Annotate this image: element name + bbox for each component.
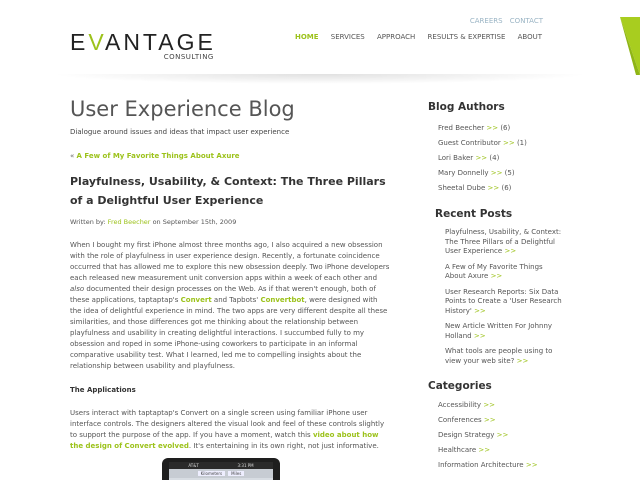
main-nav: HOME SERVICES APPROACH RESULTS & EXPERTI… xyxy=(285,33,542,41)
category-link[interactable]: Healthcare >> xyxy=(438,443,578,458)
iphone-screenshot: AT&T 3:31 PM Kilometers Miles xyxy=(162,458,280,480)
author-item[interactable]: Guest Contributor >> (1) xyxy=(438,136,578,151)
util-nav-careers[interactable]: CAREERS xyxy=(470,17,503,25)
recent-post-link[interactable]: New Article Written For Johnny Holland >… xyxy=(445,322,563,341)
page-title: User Experience Blog xyxy=(70,97,295,121)
recent-post-link[interactable]: A Few of My Favorite Things About Axure … xyxy=(445,263,563,282)
author-item[interactable]: Fred Beecher >> (6) xyxy=(438,121,578,136)
recent-post-link[interactable]: User Research Reports: Six Data Points t… xyxy=(445,288,563,317)
section-heading: The Applications xyxy=(70,386,136,394)
post-byline: Written by: Fred Beecher on September 15… xyxy=(70,218,237,226)
convert-link[interactable]: Convert xyxy=(181,296,212,304)
nav-services[interactable]: SERVICES xyxy=(331,33,365,41)
logo-accent-letter: V xyxy=(88,29,105,55)
post-paragraph-1: When I bought my first iPhone almost thr… xyxy=(70,241,390,370)
recent-posts-list: Playfulness, Usability, & Context: The T… xyxy=(445,228,578,366)
categories-heading: Categories xyxy=(428,380,492,392)
page-subtitle: Dialogue around issues and ideas that im… xyxy=(70,128,290,136)
recent-posts: Recent Posts Playfulness, Usability, & C… xyxy=(428,208,578,366)
category-link[interactable]: Accessibility >> xyxy=(438,398,578,413)
categories-list: Accessibility >> Conferences >> Design S… xyxy=(438,398,578,473)
nav-approach[interactable]: APPROACH xyxy=(377,33,415,41)
author-item[interactable]: Sheetal Dube >> (6) xyxy=(438,181,578,196)
nav-about[interactable]: ABOUT xyxy=(518,33,542,41)
sidebar: Blog Authors Fred Beecher >> (6) Guest C… xyxy=(428,101,578,473)
category-link[interactable]: Conferences >> xyxy=(438,413,578,428)
recent-post-link[interactable]: Playfulness, Usability, & Context: The T… xyxy=(445,228,563,257)
category-link[interactable]: Design Strategy >> xyxy=(438,428,578,443)
categories: Categories Accessibility >> Conferences … xyxy=(428,380,578,473)
recent-posts-heading: Recent Posts xyxy=(435,208,513,220)
authors-list: Fred Beecher >> (6) Guest Contributor >>… xyxy=(438,121,578,196)
author-item[interactable]: Mary Donnelly >> (5) xyxy=(438,166,578,181)
nav-home[interactable]: HOME xyxy=(295,33,319,41)
previous-post: « A Few of My Favorite Things About Axur… xyxy=(70,152,240,160)
previous-post-link[interactable]: A Few of My Favorite Things About Axure xyxy=(77,152,240,160)
header-shadow xyxy=(50,74,590,84)
convertbot-link[interactable]: Convertbot xyxy=(260,296,304,304)
category-link[interactable]: Information Architecture >> xyxy=(438,458,578,473)
post-title: Playfulness, Usability, & Context: The T… xyxy=(70,175,386,207)
utility-nav: CAREERS CONTACT xyxy=(465,17,543,25)
author-item[interactable]: Lori Baker >> (4) xyxy=(438,151,578,166)
recent-post-link[interactable]: What tools are people using to view your… xyxy=(445,347,563,366)
logo-wordmark: EVANTAGE xyxy=(70,29,216,55)
nav-results-expertise[interactable]: RESULTS & EXPERTISE xyxy=(428,33,506,41)
green-corner-decoration xyxy=(620,17,640,75)
evantage-logo[interactable]: EVANTAGE CONSULTING xyxy=(70,30,216,61)
author-link[interactable]: Fred Beecher xyxy=(108,218,151,226)
blog-authors-heading: Blog Authors xyxy=(428,101,505,113)
main-content: User Experience Blog Dialogue around iss… xyxy=(70,96,390,452)
post-paragraph-2: Users interact with taptaptap's Convert … xyxy=(70,409,385,450)
util-nav-contact[interactable]: CONTACT xyxy=(510,17,543,25)
